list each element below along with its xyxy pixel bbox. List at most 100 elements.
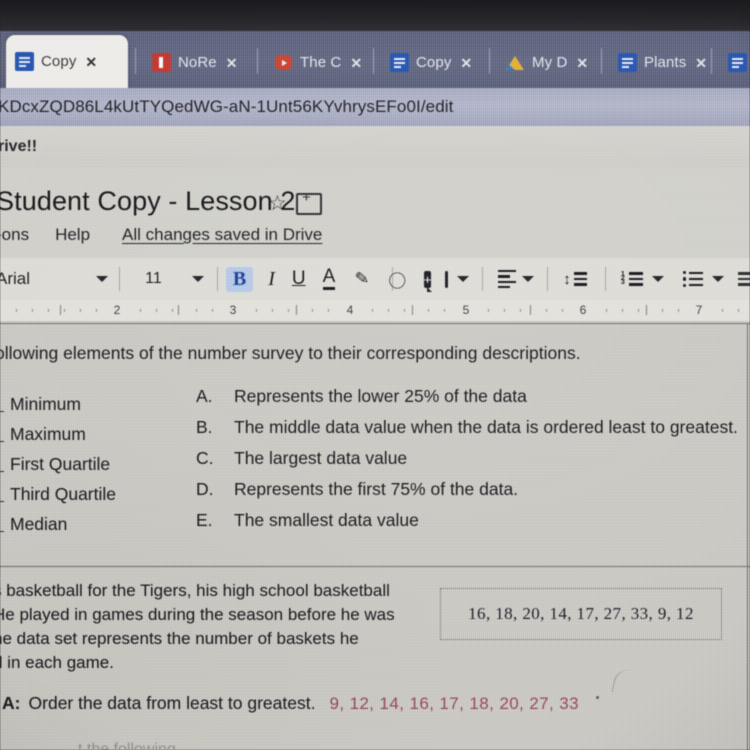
data-set-box: 16, 18, 20, 14, 17, 27, 33, 9, 12 [440, 588, 722, 640]
star-icon[interactable]: ☆ [268, 191, 287, 216]
document-ruler[interactable]: 2 3 4 5 6 7 [0, 300, 750, 321]
choice-letter: E. [196, 510, 213, 530]
docs-menu-bar: -ons Help All changes saved in Drive [0, 222, 750, 248]
answer-blank[interactable] [0, 397, 4, 412]
tab-separator [711, 48, 712, 74]
browser-tab-copy-2[interactable]: Copy ✕ [381, 37, 487, 88]
move-to-folder-icon[interactable] [296, 190, 322, 215]
paragraph-line: he data set represents the number of bas… [0, 629, 359, 648]
part-a-prompt: Order the data from least to greatest. [28, 693, 316, 713]
choice-text: Represents the lower 25% of the data [234, 386, 527, 406]
close-icon[interactable]: ✕ [576, 56, 588, 70]
browser-tab-copy-active[interactable]: Copy ✕ [6, 35, 128, 88]
tab-separator [373, 48, 374, 74]
matching-descriptions-list: A. Represents the lower 25% of the data … [196, 386, 738, 541]
menu-item-addons[interactable]: -ons [0, 225, 29, 245]
url-text: KDcxZQD86L4kUtTYQedWG-aN-1Unt56KYvhrysEF… [0, 97, 454, 116]
bold-button[interactable]: B [225, 266, 254, 292]
browser-tab-nore[interactable]: NoRe ✕ [143, 37, 253, 88]
tab-label: Copy [41, 53, 77, 70]
list-item[interactable]: Minimum [0, 389, 116, 419]
google-docs-icon [15, 52, 34, 71]
choice-text: The smallest data value [234, 510, 419, 530]
chevron-down-icon[interactable] [191, 276, 204, 282]
close-icon[interactable]: ✕ [460, 56, 472, 70]
menu-item-help[interactable]: Help [55, 225, 90, 245]
save-status[interactable]: All changes saved in Drive [122, 225, 322, 245]
document-page[interactable]: ollowing elements of the number survey t… [0, 321, 750, 750]
chevron-down-icon[interactable] [651, 276, 664, 282]
italic-button[interactable]: I [268, 268, 275, 291]
list-item[interactable]: First Quartile [0, 449, 116, 479]
choice-text: The largest data value [234, 448, 408, 468]
insert-image-icon[interactable] [445, 270, 459, 288]
term-label: Minimum [10, 393, 81, 414]
ruler-number: 2 [113, 303, 121, 317]
youtube-icon [274, 53, 293, 72]
list-item[interactable]: A. Represents the lower 25% of the data [196, 386, 738, 417]
close-icon[interactable]: ✕ [85, 55, 97, 69]
tab-label: Plants [644, 54, 687, 71]
page-title[interactable]: Student Copy - Lesson 2 [0, 186, 295, 217]
chevron-down-icon[interactable] [711, 276, 724, 282]
list-item[interactable]: C. The largest data value [196, 448, 738, 479]
part-a-student-answer[interactable]: 9, 12, 14, 16, 17, 18, 20, 27, 33 [329, 694, 579, 714]
list-item[interactable]: Median [0, 509, 116, 539]
ruler-number: 5 [462, 303, 470, 317]
paragraph-line: He played in games during the season bef… [0, 605, 395, 624]
list-item[interactable]: Maximum [0, 419, 116, 449]
list-item[interactable]: B. The middle data value when the data i… [196, 417, 738, 448]
add-comment-icon[interactable]: + [423, 270, 432, 292]
highlight-pen-icon[interactable]: ✎ [354, 268, 370, 289]
table-border-right [747, 323, 749, 750]
list-item[interactable]: Third Quartile [0, 479, 116, 509]
indent-icon[interactable] [737, 272, 750, 286]
browser-tab-my-drive[interactable]: My D ✕ [497, 37, 599, 88]
font-family-select[interactable]: Arial [0, 269, 30, 289]
answer-blank[interactable] [0, 427, 4, 442]
tab-separator [135, 48, 136, 74]
chevron-down-icon[interactable] [522, 276, 535, 282]
answer-blank[interactable] [0, 487, 4, 502]
stray-mark [596, 696, 599, 699]
google-docs-icon [390, 53, 409, 72]
close-icon[interactable]: ✕ [350, 56, 362, 70]
browser-tab-the-c[interactable]: The C ✕ [265, 37, 371, 88]
bulleted-list-icon[interactable] [682, 271, 703, 287]
browser-tab-plants[interactable]: Plants ✕ [609, 37, 709, 88]
answer-blank[interactable] [0, 457, 4, 472]
paragraph-line: d in each game. [0, 653, 114, 672]
term-label: Median [10, 513, 68, 534]
text-color-button[interactable]: A [322, 267, 336, 290]
address-bar[interactable]: KDcxZQD86L4kUtTYQedWG-aN-1Unt56KYvhrysEF… [0, 88, 750, 126]
red-document-icon [152, 53, 171, 72]
ruler-number: 6 [579, 303, 587, 317]
bookmarks-bar: rive!! [0, 126, 750, 168]
bookmark-item[interactable]: rive!! [0, 138, 37, 156]
tab-label: NoRe [178, 54, 217, 71]
table-border-top [0, 323, 750, 325]
answer-blank[interactable] [0, 517, 4, 532]
browser-tab-strip: Copy ✕ NoRe ✕ The C ✕ Copy ✕ My D ✕ Plan… [0, 31, 750, 88]
underline-button[interactable]: U [292, 268, 306, 290]
part-b-hint-text: t the following. [78, 741, 181, 750]
align-left-icon[interactable] [498, 269, 517, 289]
close-icon[interactable]: ✕ [695, 56, 707, 70]
question-intro-text: ollowing elements of the number survey t… [0, 343, 581, 363]
list-item[interactable]: D. Represents the first 75% of the data. [196, 479, 738, 510]
browser-tab-partial[interactable] [719, 37, 750, 88]
close-icon[interactable]: ✕ [226, 56, 238, 70]
term-label: First Quartile [10, 453, 111, 474]
stray-pencil-mark [611, 666, 644, 698]
line-spacing-icon[interactable]: ↕ [563, 272, 587, 287]
term-label: Maximum [10, 423, 86, 444]
numbered-list-icon[interactable]: 123 [621, 271, 643, 286]
list-item[interactable]: E. The smallest data value [196, 510, 738, 541]
browser-window: Copy ✕ NoRe ✕ The C ✕ Copy ✕ My D ✕ Plan… [0, 0, 750, 750]
ruler-number: 7 [695, 303, 703, 317]
font-size-select[interactable]: 11 [145, 270, 162, 288]
chevron-down-icon[interactable] [96, 276, 109, 282]
ruler-number: 3 [229, 303, 237, 317]
part-a-row: t A: Order the data from least to greate… [0, 693, 579, 714]
table-border-middle [0, 566, 750, 568]
